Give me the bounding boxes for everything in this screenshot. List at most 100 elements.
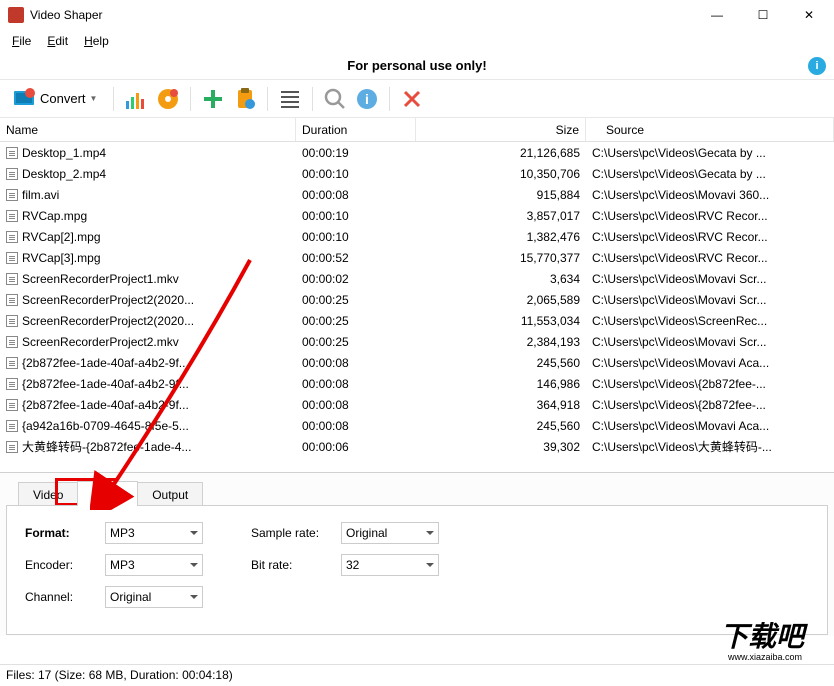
table-row[interactable]: {a942a16b-0709-4645-8f5e-5...00:00:08245… — [0, 415, 834, 436]
equalizer-icon[interactable] — [124, 87, 148, 111]
file-name: RVCap[2].mpg — [22, 230, 101, 244]
app-icon — [8, 7, 24, 23]
file-icon — [6, 336, 18, 348]
svg-text:下载吧: 下载吧 — [720, 621, 808, 652]
info-icon-toolbar[interactable]: i — [355, 87, 379, 111]
file-source: C:\Users\pc\Videos\Movavi Scr... — [586, 272, 834, 286]
menu-file[interactable]: File — [4, 32, 39, 50]
table-row[interactable]: Desktop_1.mp400:00:1921,126,685C:\Users\… — [0, 142, 834, 163]
column-duration[interactable]: Duration — [296, 118, 416, 141]
file-source: C:\Users\pc\Videos\Movavi Scr... — [586, 335, 834, 349]
paste-icon[interactable] — [233, 87, 257, 111]
samplerate-select[interactable]: Original — [341, 522, 439, 544]
close-button[interactable]: ✕ — [786, 0, 832, 30]
convert-icon — [12, 87, 36, 111]
table-row[interactable]: RVCap[3].mpg00:00:5215,770,377C:\Users\p… — [0, 247, 834, 268]
file-icon — [6, 147, 18, 159]
table-row[interactable]: {2b872fee-1ade-40af-a4b2-9f... 00:00:0836… — [0, 394, 834, 415]
table-row[interactable]: {2b872fee-1ade-40af-a4b2-9f...00:00:0824… — [0, 352, 834, 373]
file-name: film.avi — [22, 188, 59, 202]
bitrate-select[interactable]: 32 — [341, 554, 439, 576]
file-icon — [6, 252, 18, 264]
list-icon[interactable] — [278, 87, 302, 111]
titlebar: Video Shaper — ☐ ✕ — [0, 0, 834, 30]
channel-select[interactable]: Original — [105, 586, 203, 608]
file-duration: 00:00:08 — [296, 356, 416, 370]
minimize-button[interactable]: — — [694, 0, 740, 30]
file-duration: 00:00:06 — [296, 440, 416, 454]
file-source: C:\Users\pc\Videos\Movavi 360... — [586, 188, 834, 202]
tab-video[interactable]: Video — [18, 482, 78, 507]
file-name: {2b872fee-1ade-40af-a4b2-9f... — [22, 377, 189, 391]
file-name: RVCap[3].mpg — [22, 251, 101, 265]
file-icon — [6, 399, 18, 411]
table-row[interactable]: ScreenRecorderProject1.mkv00:00:023,634C… — [0, 268, 834, 289]
menubar: File Edit Help — [0, 30, 834, 52]
table-row[interactable]: RVCap[2].mpg00:00:101,382,476C:\Users\pc… — [0, 226, 834, 247]
file-source: C:\Users\pc\Videos\{2b872fee-... — [586, 398, 834, 412]
svg-text:i: i — [366, 91, 370, 107]
file-icon — [6, 168, 18, 180]
file-size: 146,986 — [416, 377, 586, 391]
info-icon[interactable]: i — [808, 57, 826, 75]
file-icon — [6, 210, 18, 222]
file-source: C:\Users\pc\Videos\{2b872fee-... — [586, 377, 834, 391]
file-size: 39,302 — [416, 440, 586, 454]
file-duration: 00:00:19 — [296, 146, 416, 160]
file-source: C:\Users\pc\Videos\RVC Recor... — [586, 209, 834, 223]
table-row[interactable]: Desktop_2.mp400:00:1010,350,706C:\Users\… — [0, 163, 834, 184]
table-row[interactable]: {2b872fee-1ade-40af-a4b2-9f... 00:00:0814… — [0, 373, 834, 394]
file-source: C:\Users\pc\Videos\Movavi Aca... — [586, 356, 834, 370]
svg-text:www.xiazaiba.com: www.xiazaiba.com — [727, 652, 802, 662]
table-row[interactable]: RVCap.mpg00:00:103,857,017C:\Users\pc\Vi… — [0, 205, 834, 226]
convert-button[interactable]: Convert ▼ — [6, 85, 103, 113]
file-name: Desktop_2.mp4 — [22, 167, 106, 181]
format-label: Format: — [25, 526, 95, 540]
tab-content: Format: MP3 Sample rate: Original Encode… — [6, 505, 828, 635]
encoder-select[interactable]: MP3 — [105, 554, 203, 576]
file-list[interactable]: Desktop_1.mp400:00:1921,126,685C:\Users\… — [0, 142, 834, 472]
add-icon[interactable] — [201, 87, 225, 111]
file-duration: 00:00:08 — [296, 398, 416, 412]
maximize-button[interactable]: ☐ — [740, 0, 786, 30]
tab-output[interactable]: Output — [137, 482, 203, 507]
delete-icon[interactable] — [400, 87, 424, 111]
file-size: 3,634 — [416, 272, 586, 286]
file-size: 915,884 — [416, 188, 586, 202]
file-name: ScreenRecorderProject2(2020... — [22, 314, 194, 328]
table-row[interactable]: ScreenRecorderProject2(2020...00:00:252,… — [0, 289, 834, 310]
tab-audio[interactable]: Audio — [77, 481, 138, 506]
search-icon[interactable] — [323, 87, 347, 111]
file-size: 3,857,017 — [416, 209, 586, 223]
burn-disc-icon[interactable] — [156, 87, 180, 111]
file-name: ScreenRecorderProject2.mkv — [22, 335, 179, 349]
file-size: 11,553,034 — [416, 314, 586, 328]
table-row[interactable]: 大黄蜂转码-{2b872fee-1ade-4...00:00:0639,302C… — [0, 436, 834, 457]
watermark: 下载吧www.xiazaiba.com — [710, 616, 830, 666]
table-row[interactable]: ScreenRecorderProject2(2020...00:00:2511… — [0, 310, 834, 331]
channel-label: Channel: — [25, 590, 95, 604]
file-duration: 00:00:08 — [296, 419, 416, 433]
table-row[interactable]: film.avi 00:00:08915,884C:\Users\pc\Video… — [0, 184, 834, 205]
banner-text: For personal use only! — [347, 58, 486, 73]
file-size: 2,065,589 — [416, 293, 586, 307]
file-duration: 00:00:08 — [296, 188, 416, 202]
file-duration: 00:00:08 — [296, 377, 416, 391]
column-size[interactable]: Size — [416, 118, 586, 141]
format-select[interactable]: MP3 — [105, 522, 203, 544]
column-source[interactable]: Source — [586, 118, 834, 141]
file-duration: 00:00:10 — [296, 230, 416, 244]
file-size: 364,918 — [416, 398, 586, 412]
file-name: {2b872fee-1ade-40af-a4b2-9f... — [22, 398, 189, 412]
column-name[interactable]: Name — [0, 118, 296, 141]
table-row[interactable]: ScreenRecorderProject2.mkv00:00:252,384,… — [0, 331, 834, 352]
file-size: 15,770,377 — [416, 251, 586, 265]
menu-edit[interactable]: Edit — [39, 32, 76, 50]
file-icon — [6, 441, 18, 453]
file-icon — [6, 231, 18, 243]
file-icon — [6, 378, 18, 390]
menu-help[interactable]: Help — [76, 32, 117, 50]
file-icon — [6, 273, 18, 285]
file-name: Desktop_1.mp4 — [22, 146, 106, 160]
file-source: C:\Users\pc\Videos\Movavi Aca... — [586, 419, 834, 433]
